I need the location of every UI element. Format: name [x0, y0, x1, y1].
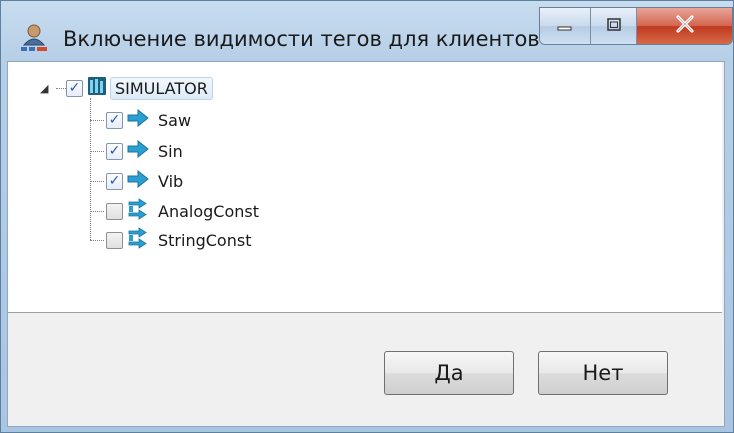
tree-connector	[90, 181, 104, 182]
double-arrow-icon	[127, 227, 149, 253]
tree-checkbox-stringconst[interactable]	[106, 231, 123, 249]
tree-connector	[90, 240, 104, 241]
dialog-window: Включение видимости тегов для клиентов ◢…	[0, 0, 734, 433]
arrow-right-icon	[127, 169, 149, 192]
title-bar[interactable]: Включение видимости тегов для клиентов	[1, 1, 733, 61]
tree-checkbox-vib[interactable]: ✓	[106, 172, 123, 190]
tree-node-label: SIMULATOR	[110, 76, 213, 100]
tree-connector	[90, 120, 104, 121]
tree-node-stringconst[interactable]: StringConst	[106, 227, 251, 253]
tree-node-label: Sin	[158, 141, 183, 161]
window-controls	[539, 7, 733, 45]
checkmark-icon: ✓	[108, 112, 121, 128]
minimize-icon	[557, 17, 573, 36]
tag-tree[interactable]: ◢ ✓ SIMULATOR ✓ Saw ✓ Sin ✓ Vib AnalogCo…	[8, 62, 722, 313]
checkmark-icon: ✓	[108, 143, 121, 159]
tree-checkbox-analogconst[interactable]	[106, 202, 123, 220]
maximize-button[interactable]	[591, 8, 637, 44]
maximize-icon	[606, 17, 622, 36]
window-title: Включение видимости тегов для клиентов	[63, 27, 540, 51]
checkmark-icon: ✓	[68, 80, 81, 96]
checkmark-icon: ✓	[108, 173, 121, 189]
tree-node-label: Saw	[158, 110, 192, 130]
close-icon	[675, 15, 695, 37]
yes-button[interactable]: Да	[384, 351, 514, 395]
no-button[interactable]: Нет	[538, 351, 668, 395]
tree-node-simulator[interactable]: ◢ ✓ SIMULATOR	[40, 75, 213, 101]
arrow-right-icon	[127, 139, 149, 162]
tree-node-label: Vib	[158, 171, 184, 191]
tree-checkbox-saw[interactable]: ✓	[106, 111, 123, 129]
tree-node-label: AnalogConst	[158, 201, 259, 221]
user-network-icon	[19, 23, 49, 53]
server-icon	[87, 75, 107, 101]
close-button[interactable]	[637, 8, 732, 44]
tree-node-analogconst[interactable]: AnalogConst	[106, 198, 259, 224]
tree-node-vib[interactable]: ✓ Vib	[106, 168, 183, 194]
tree-node-sin[interactable]: ✓ Sin	[106, 138, 183, 164]
tree-node-label: StringConst	[158, 230, 252, 250]
tree-connector	[90, 151, 104, 152]
double-arrow-icon	[127, 198, 149, 224]
expand-triangle-icon[interactable]: ◢	[40, 82, 54, 95]
minimize-button[interactable]	[540, 8, 591, 44]
tree-node-saw[interactable]: ✓ Saw	[106, 107, 191, 133]
dialog-body: ◢ ✓ SIMULATOR ✓ Saw ✓ Sin ✓ Vib AnalogCo…	[7, 61, 725, 427]
arrow-right-icon	[127, 108, 149, 131]
tree-checkbox-sin[interactable]: ✓	[106, 142, 123, 160]
tree-checkbox-simulator[interactable]: ✓	[66, 79, 83, 97]
tree-connector	[90, 211, 104, 212]
